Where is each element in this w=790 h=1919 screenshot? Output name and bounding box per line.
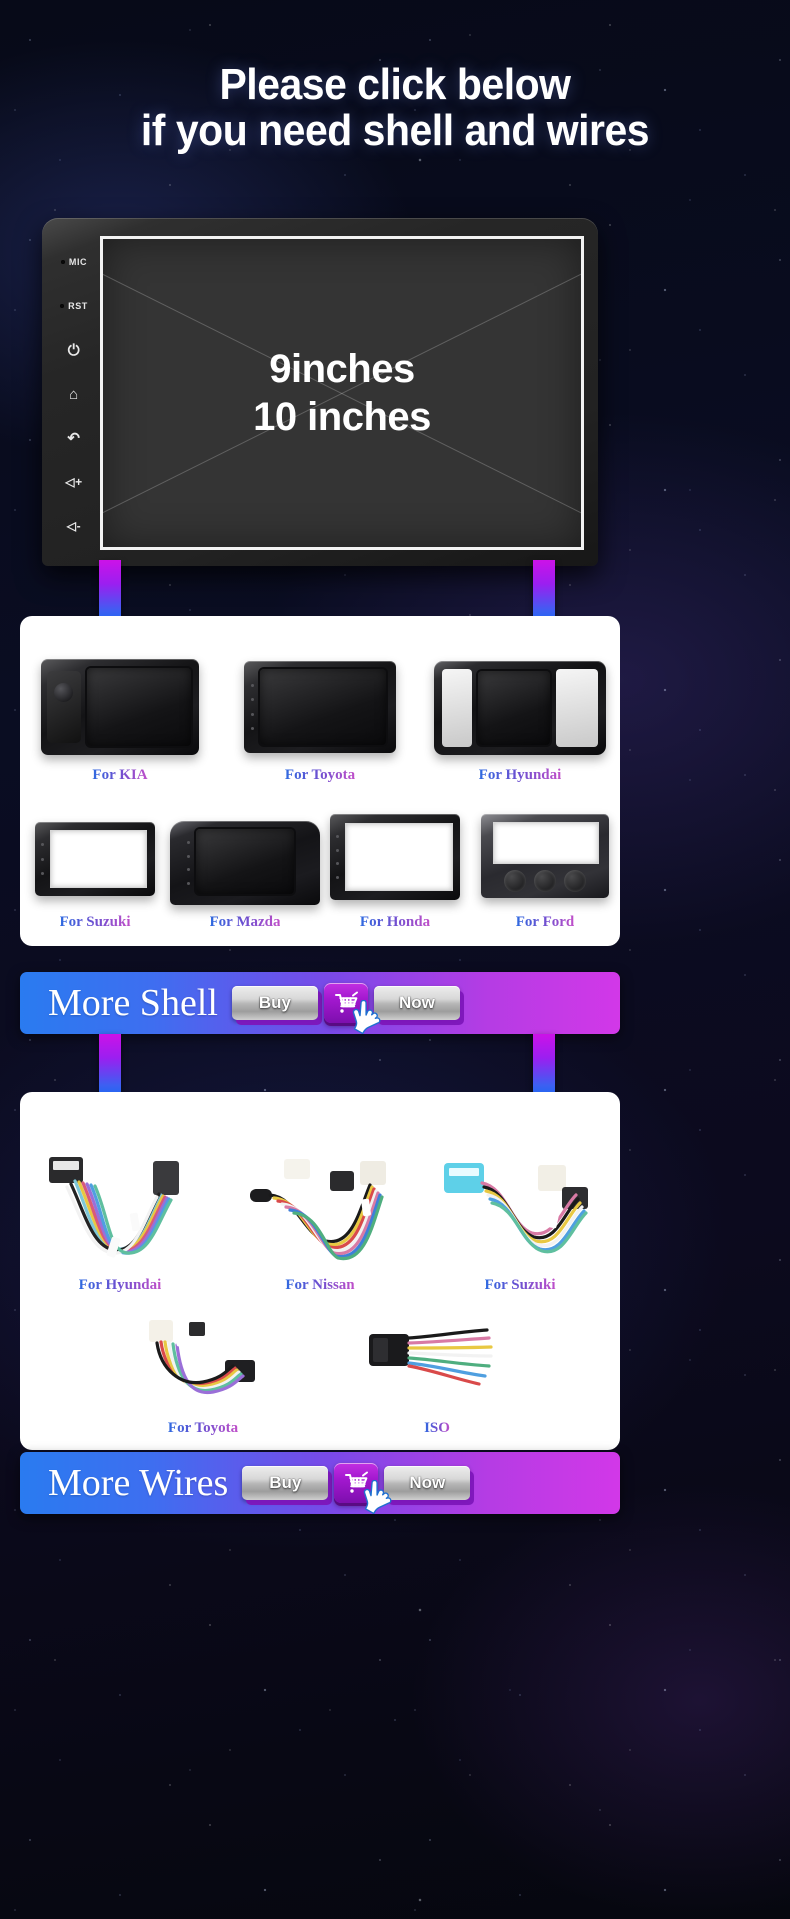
shell-item-label: For Mazda [209,914,281,930]
headline-line-2: if you need shell and wires [140,106,650,155]
shell-products-card: For KIA For Toyota For Hyundai For Suzuk… [20,616,620,946]
wires-item-suzuki[interactable]: For Suzuki [420,1134,620,1294]
shell-item-label: For Suzuki [59,914,131,930]
shopping-cart-icon[interactable] [334,1463,379,1503]
shell-item-label: For Hyundai [478,767,562,783]
head-unit-side-panel: MIC RST ⏻ ⌂ ↶ ◁+ ◁- [50,228,98,556]
wires-products-card: For Hyundai For Nissan For Suzuki For To… [20,1092,620,1450]
more-wires-title: More Wires [48,1462,229,1504]
now-button[interactable]: Now [384,1466,471,1500]
wires-item-label: For Toyota [167,1420,239,1436]
head-unit-button-volume-up[interactable]: ◁+ [50,460,98,504]
head-unit-button-volume-down[interactable]: ◁- [50,504,98,548]
wires-item-label: For Hyundai [78,1277,162,1293]
wires-row-2: For Toyota ISO [86,1307,554,1437]
shell-row-1: For KIA For Toyota For Hyundai [20,644,620,784]
shell-item-kia[interactable]: For KIA [20,644,220,784]
more-wires-banner[interactable]: More Wires Buy Now [20,1452,620,1514]
shell-item-honda[interactable]: For Honda [320,801,470,931]
wires-item-hyundai[interactable]: For Hyundai [20,1134,220,1294]
head-unit-button-rst[interactable]: RST [50,284,98,328]
back-icon: ↶ [67,429,81,447]
shell-item-label: For Toyota [284,767,356,783]
wires-row-1: For Hyundai For Nissan For Suzuki [20,1134,620,1294]
head-unit-button-home[interactable]: ⌂ [50,372,98,416]
more-shell-banner[interactable]: More Shell Buy Now [20,972,620,1034]
shell-buy-now-group[interactable]: Buy Now [231,983,460,1034]
wires-item-label: For Suzuki [484,1277,556,1293]
head-unit-button-power[interactable]: ⏻ [50,328,98,372]
shell-row-2: For Suzuki For Mazda For Honda For Ford [20,801,620,931]
shell-item-label: For Ford [515,914,575,930]
shell-item-label: For KIA [92,767,148,783]
more-shell-title: More Shell [48,982,218,1024]
power-icon: ⏻ [67,341,81,359]
shopping-cart-icon[interactable] [323,983,368,1023]
buy-button[interactable]: Buy [242,1466,329,1500]
shell-item-suzuki[interactable]: For Suzuki [20,801,170,931]
wires-item-label: For Nissan [285,1277,355,1293]
shell-item-toyota[interactable]: For Toyota [220,644,420,784]
wires-item-toyota[interactable]: For Toyota [86,1307,320,1437]
head-unit-device: MIC RST ⏻ ⌂ ↶ ◁+ ◁- 9inches 10 inches [42,218,598,566]
wires-item-label: ISO [424,1420,450,1436]
home-icon: ⌂ [69,385,79,403]
screen-size-line-2: 10 inches [253,395,431,439]
head-unit-button-back[interactable]: ↶ [50,416,98,460]
head-unit-button-label: RST [68,301,88,311]
shell-item-ford[interactable]: For Ford [470,801,620,931]
buy-button[interactable]: Buy [231,986,318,1020]
wires-buy-now-group[interactable]: Buy Now [242,1463,471,1514]
head-unit-screen: 9inches 10 inches [100,236,584,550]
volume-down-icon: ◁- [66,519,82,533]
wires-item-iso[interactable]: ISO [320,1307,554,1437]
page-headline: Please click below if you need shell and… [28,62,763,154]
screen-size-line-1: 9inches [269,347,415,391]
promo-page: Please click below if you need shell and… [0,0,790,1919]
shell-item-mazda[interactable]: For Mazda [170,801,320,931]
shell-item-hyundai[interactable]: For Hyundai [420,644,620,784]
head-unit-button-mic[interactable]: MIC [50,240,98,284]
indicator-dot-icon [60,304,65,308]
head-unit-button-label: MIC [68,257,88,267]
volume-up-icon: ◁+ [65,475,83,489]
indicator-dot-icon [60,260,65,264]
wires-item-nissan[interactable]: For Nissan [220,1134,420,1294]
shell-item-label: For Honda [359,914,431,930]
now-button[interactable]: Now [373,986,460,1020]
headline-line-1: Please click below [219,60,571,109]
